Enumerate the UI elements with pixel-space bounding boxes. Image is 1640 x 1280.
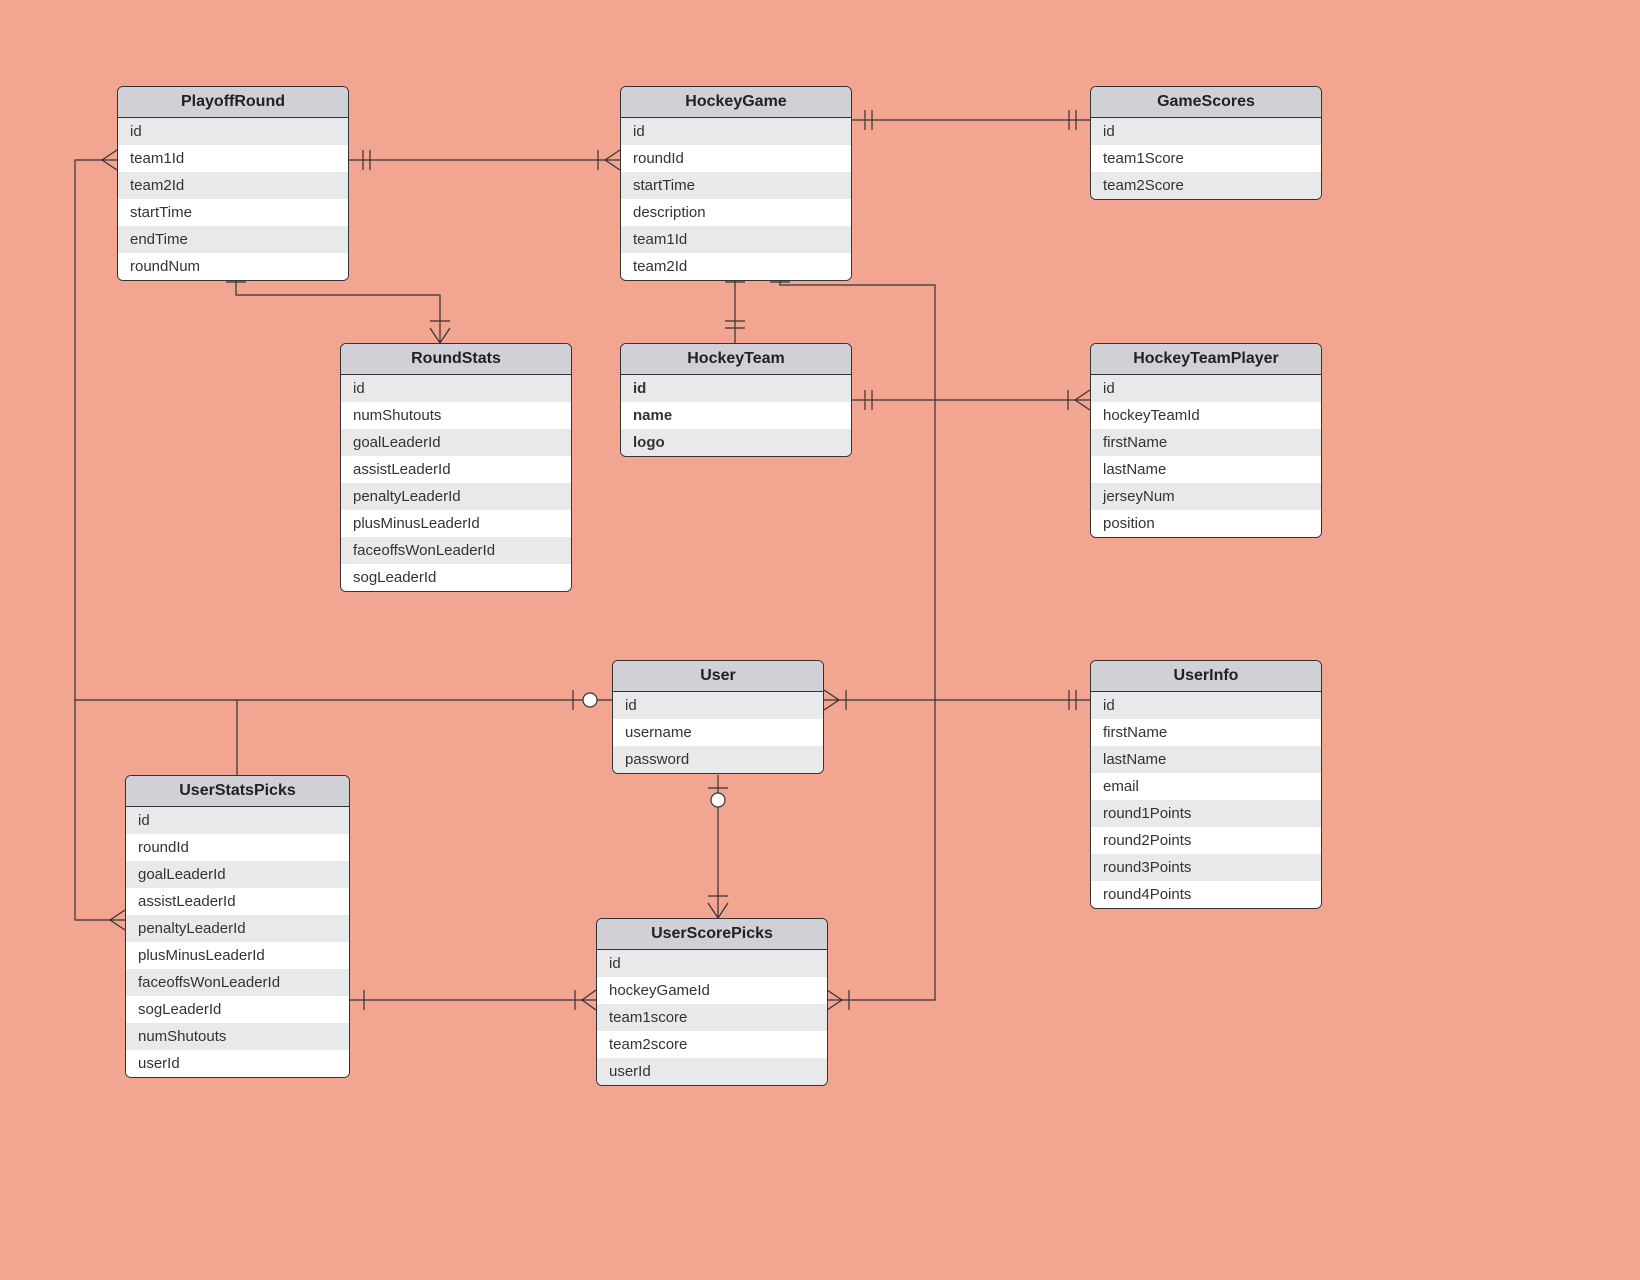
field: team1Score xyxy=(1091,145,1321,172)
field: startTime xyxy=(118,199,348,226)
field: goalLeaderId xyxy=(126,861,349,888)
field: hockeyGameId xyxy=(597,977,827,1004)
entity-header: UserInfo xyxy=(1091,661,1321,692)
entity-hockeyteamplayer[interactable]: HockeyTeamPlayer id hockeyTeamId firstNa… xyxy=(1090,343,1322,538)
field: id xyxy=(118,118,348,145)
field: team2Id xyxy=(118,172,348,199)
entity-hockeygame[interactable]: HockeyGame id roundId startTime descript… xyxy=(620,86,852,281)
entity-header: GameScores xyxy=(1091,87,1321,118)
field: firstName xyxy=(1091,429,1321,456)
field: faceoffsWonLeaderId xyxy=(126,969,349,996)
field: endTime xyxy=(118,226,348,253)
field: startTime xyxy=(621,172,851,199)
entity-userstatspicks[interactable]: UserStatsPicks id roundId goalLeaderId a… xyxy=(125,775,350,1078)
field: userId xyxy=(597,1058,827,1085)
field: goalLeaderId xyxy=(341,429,571,456)
field: id xyxy=(126,807,349,834)
field: roundNum xyxy=(118,253,348,280)
field: id xyxy=(613,692,823,719)
field: penaltyLeaderId xyxy=(341,483,571,510)
entity-playoffround[interactable]: PlayoffRound id team1Id team2Id startTim… xyxy=(117,86,349,281)
field: team1Id xyxy=(621,226,851,253)
entity-user[interactable]: User id username password xyxy=(612,660,824,774)
field: id xyxy=(621,375,851,402)
field: round4Points xyxy=(1091,881,1321,908)
field: id xyxy=(1091,118,1321,145)
entity-header: HockeyTeam xyxy=(621,344,851,375)
field: team2Score xyxy=(1091,172,1321,199)
field: round1Points xyxy=(1091,800,1321,827)
field: sogLeaderId xyxy=(126,996,349,1023)
entity-header: RoundStats xyxy=(341,344,571,375)
entity-userscorepicks[interactable]: UserScorePicks id hockeyGameId team1scor… xyxy=(596,918,828,1086)
entity-userinfo[interactable]: UserInfo id firstName lastName email rou… xyxy=(1090,660,1322,909)
field: sogLeaderId xyxy=(341,564,571,591)
entity-header: User xyxy=(613,661,823,692)
field: numShutouts xyxy=(126,1023,349,1050)
field: round2Points xyxy=(1091,827,1321,854)
field: assistLeaderId xyxy=(341,456,571,483)
field: team1score xyxy=(597,1004,827,1031)
field: description xyxy=(621,199,851,226)
field: lastName xyxy=(1091,456,1321,483)
field: penaltyLeaderId xyxy=(126,915,349,942)
field: faceoffsWonLeaderId xyxy=(341,537,571,564)
entity-roundstats[interactable]: RoundStats id numShutouts goalLeaderId a… xyxy=(340,343,572,592)
entity-gamescores[interactable]: GameScores id team1Score team2Score xyxy=(1090,86,1322,200)
field: team2score xyxy=(597,1031,827,1058)
field: lastName xyxy=(1091,746,1321,773)
entity-header: UserStatsPicks xyxy=(126,776,349,807)
field: id xyxy=(1091,692,1321,719)
field: userId xyxy=(126,1050,349,1077)
field: position xyxy=(1091,510,1321,537)
field: id xyxy=(1091,375,1321,402)
field: roundId xyxy=(126,834,349,861)
field: jerseyNum xyxy=(1091,483,1321,510)
field: plusMinusLeaderId xyxy=(126,942,349,969)
field: roundId xyxy=(621,145,851,172)
field: email xyxy=(1091,773,1321,800)
field: numShutouts xyxy=(341,402,571,429)
field: id xyxy=(341,375,571,402)
entity-header: PlayoffRound xyxy=(118,87,348,118)
field: firstName xyxy=(1091,719,1321,746)
field: id xyxy=(597,950,827,977)
field: assistLeaderId xyxy=(126,888,349,915)
entity-header: UserScorePicks xyxy=(597,919,827,950)
er-diagram-canvas: PlayoffRound id team1Id team2Id startTim… xyxy=(0,0,1640,1280)
field: team1Id xyxy=(118,145,348,172)
field: logo xyxy=(621,429,851,456)
field: username xyxy=(613,719,823,746)
field: round3Points xyxy=(1091,854,1321,881)
field: hockeyTeamId xyxy=(1091,402,1321,429)
field: team2Id xyxy=(621,253,851,280)
field: password xyxy=(613,746,823,773)
field: id xyxy=(621,118,851,145)
field: plusMinusLeaderId xyxy=(341,510,571,537)
entity-hockeyteam[interactable]: HockeyTeam id name logo xyxy=(620,343,852,457)
field: name xyxy=(621,402,851,429)
entity-header: HockeyTeamPlayer xyxy=(1091,344,1321,375)
entity-header: HockeyGame xyxy=(621,87,851,118)
